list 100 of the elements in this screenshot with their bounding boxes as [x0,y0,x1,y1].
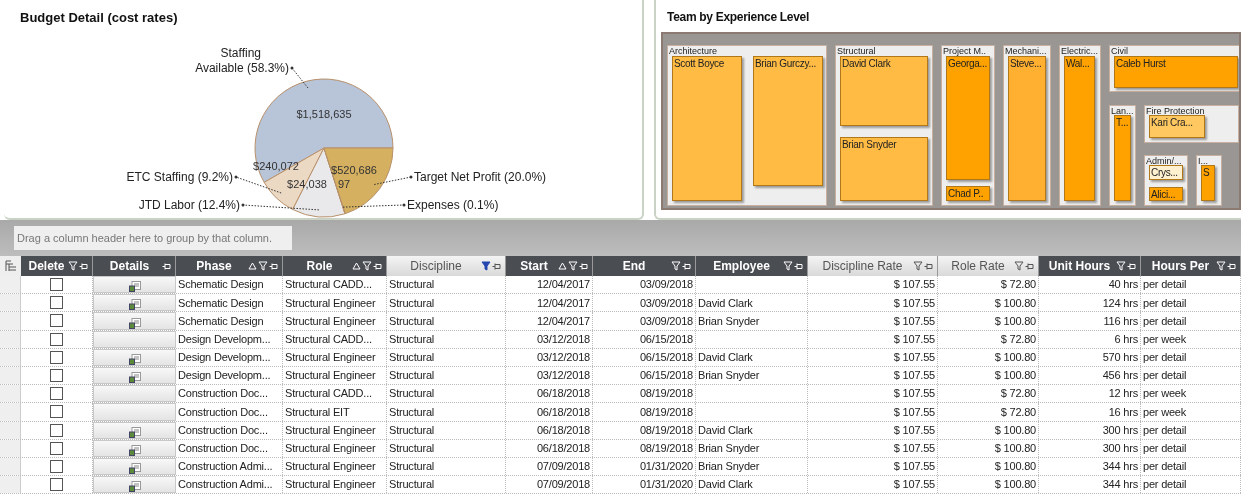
table-cell-text: $ 107.55 [893,350,935,366]
table-cell-text: Structural [389,386,435,402]
table-cell-text: $ 107.55 [893,331,935,347]
table-cell-text: Structural CADD... [285,331,372,347]
table-cell-text: Structural Engineer [285,441,376,457]
table-cell-text: 300 hrs [1102,422,1138,438]
card-title: Budget Detail (cost rates) [20,9,179,27]
group-label: Civil [1111,46,1128,56]
table-cell-text: 03/12/2018 [536,368,590,384]
table-cell-text: Structural [389,331,435,347]
table-cell-text: 344 hrs [1102,459,1138,475]
table-cell-text: 16 hrs [1108,404,1138,420]
table-cell-text: 06/15/2018 [639,350,693,366]
table-cell-text: per detail [1143,459,1187,475]
table-cell-text: 12 hrs [1108,386,1138,402]
table-cell-text: Schematic Design [178,313,264,329]
slice-label: Staffing Available (58.3%) [195,45,289,75]
table-cell-text: 01/31/2020 [639,477,693,493]
table-cell-text: Construction Admi... [178,459,273,475]
table-cell-text: per detail [1143,477,1187,493]
table-cell-text: David Clark [698,295,753,311]
table-cell-text: per detail [1143,441,1187,457]
table-cell-text: Structural [389,459,435,475]
table-cell-text: Brian Snyder [698,459,760,475]
table-cell-text: Construction Doc... [178,422,268,438]
group-label: I... [1198,156,1208,166]
group-label: Architecture [669,46,718,56]
table-cell-text: $ 100.80 [994,295,1036,311]
table-cell-text: David Clark [698,477,753,493]
table-cell-text: 12/04/2017 [536,277,590,293]
table-cell-text: 07/09/2018 [536,459,590,475]
table-cell-text: Structural Engineer [285,477,376,493]
table-cell-text: Brian Snyder [698,441,760,457]
table-cell-text: $ 107.55 [893,477,935,493]
table-cell-text: $ 100.80 [994,368,1036,384]
table-cell-text: Structural [389,350,435,366]
table-cell-text: 456 hrs [1102,368,1138,384]
table-cell-text: $ 72.80 [1000,331,1036,347]
table-cell-text: 03/09/2018 [639,313,693,329]
table-cell-text: 03/12/2018 [536,350,590,366]
table-cell-text: Brian Snyder [698,368,760,384]
table-cell-text: Structural [389,422,435,438]
table-cell-text: $ 107.55 [893,386,935,402]
table-cell-text: 116 hrs [1103,313,1138,329]
group-label: Fire Protection [1146,106,1205,116]
table-cell-text: 12/04/2017 [536,295,590,311]
table-cell-text: 07/09/2018 [536,477,590,493]
table-cell-text: per detail [1143,277,1187,293]
table-cell-text: Structural Engineer [285,350,376,366]
table-cell-text: Design Developm... [178,331,271,347]
table-cell-text: $ 107.55 [893,368,935,384]
slice-label: ETC Staffing (9.2%) [126,169,233,184]
table-cell-text: Construction Admi... [178,477,273,493]
table-cell-text: Structural Engineer [285,295,376,311]
table-cell-text: $ 100.80 [994,313,1036,329]
table-cell-text: $ 100.80 [994,350,1036,366]
table-cell-text: $ 72.80 [1000,404,1036,420]
table-cell-text: Structural CADD... [285,277,372,293]
table-cell-text: David Clark [698,350,753,366]
slice-label: JTD Labor (12.4%) [138,197,240,212]
table-cell-text: 06/18/2018 [536,404,590,420]
table-cell-text: Structural Engineer [285,313,376,329]
table-cell-text: per detail [1143,368,1187,384]
value-label: $1,518,635 [296,107,352,120]
table-cell-text: $ 100.80 [994,477,1036,493]
table-cell-text: 06/15/2018 [639,331,693,347]
table-cell-text: $ 100.80 [994,422,1036,438]
table-cell-text: $ 107.55 [893,441,935,457]
table-cell-text: Design Developm... [178,350,271,366]
group-label: Lan... [1111,106,1134,116]
table-cell-text: Structural Engineer [285,368,376,384]
table-cell-text: Structural Engineer [285,422,376,438]
value-label: 97 [337,177,351,190]
table-cell-text: $ 100.80 [994,459,1036,475]
table-cell-text: 06/18/2018 [536,422,590,438]
group-label: Mechani... [1005,46,1047,56]
table-cell-text: $ 107.55 [893,295,935,311]
table-cell-text: $ 107.55 [893,422,935,438]
table-cell-text: $ 107.55 [893,277,935,293]
table-cell-text: Structural [389,441,435,457]
table-cell-text: 03/09/2018 [639,277,693,293]
table-cell-text: per detail [1143,295,1187,311]
table-cell-text: per detail [1143,422,1187,438]
table-cell-text: per week [1143,404,1187,420]
table-cell-text: 03/09/2018 [639,295,693,311]
table-cell-text: 01/31/2020 [639,459,693,475]
table-cell-text: Structural CADD... [285,386,372,402]
group-label: Structural [837,46,876,56]
table-cell-text: 08/19/2018 [639,441,693,457]
table-cell-text: Structural [389,295,435,311]
table-cell-text: 06/15/2018 [639,368,693,384]
table-cell-text: 06/18/2018 [536,386,590,402]
table-cell-text: $ 107.55 [893,404,935,420]
table-cell-text: Structural EIT [285,404,350,420]
table-cell-text: Schematic Design [178,277,264,293]
table-cell-text: Structural Engineer [285,459,376,475]
table-cell-text: 40 hrs [1108,277,1138,293]
table-cell-text: per week [1143,386,1187,402]
group-label: Electric... [1061,46,1098,56]
slice-label: Expenses (0.1%) [407,197,499,212]
